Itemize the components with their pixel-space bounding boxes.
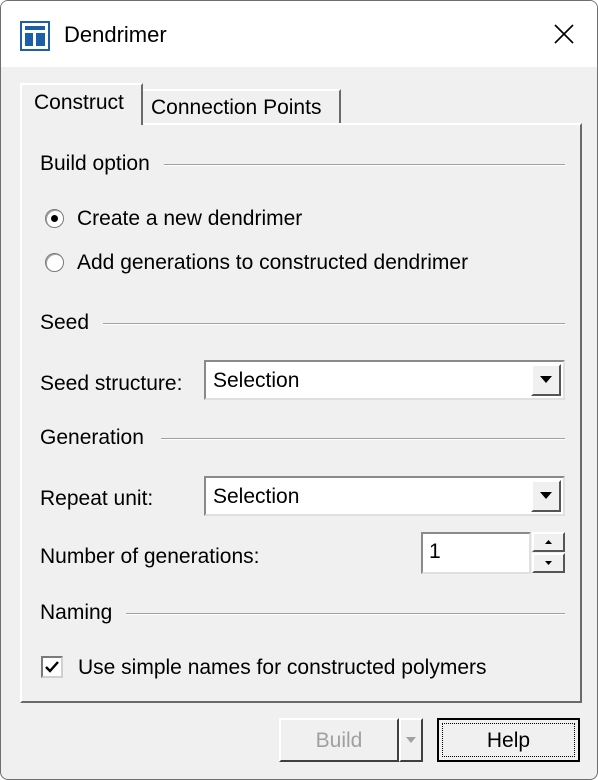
chevron-down-icon (540, 376, 552, 383)
simple-names-label[interactable]: Use simple names for constructed polymer… (78, 656, 487, 680)
tab-construct[interactable]: Construct (20, 83, 143, 125)
checkmark-icon (45, 661, 59, 673)
divider (101, 323, 565, 325)
number-of-generations-label: Number of generations: (40, 545, 260, 568)
chevron-down-icon (540, 492, 552, 499)
window-title: Dendrimer (64, 22, 167, 47)
build-button[interactable]: Build (279, 718, 399, 762)
seed-structure-label: Seed structure: (40, 372, 183, 395)
repeat-unit-dropdown-button[interactable] (531, 480, 561, 512)
seed-structure-dropdown-button[interactable] (531, 364, 561, 396)
dendrimer-dialog: Dendrimer Construct Connection Points Bu… (0, 0, 598, 780)
tab-connection-points[interactable]: Connection Points (142, 89, 341, 125)
divider (151, 164, 565, 166)
section-seed: Seed (40, 311, 104, 335)
simple-names-checkbox[interactable] (41, 656, 63, 678)
radio-create-new[interactable] (45, 209, 64, 228)
repeat-unit-value: Selection (213, 485, 300, 508)
repeat-unit-label: Repeat unit: (40, 487, 154, 510)
radio-add-generations[interactable] (45, 253, 64, 272)
arrow-down-icon (545, 561, 552, 565)
spin-up-button[interactable] (532, 532, 565, 552)
chevron-down-icon (406, 737, 416, 743)
radio-add-generations-label[interactable]: Add generations to constructed dendrimer (77, 251, 468, 275)
repeat-unit-select[interactable]: Selection (204, 476, 565, 516)
section-build-option: Build option (40, 152, 164, 176)
arrow-up-icon (545, 540, 552, 544)
help-button-focus: Help (442, 723, 575, 757)
help-button[interactable]: Help (437, 718, 580, 762)
section-generation: Generation (40, 426, 158, 450)
tab-connection-points-label: Connection Points (151, 96, 322, 119)
close-button[interactable] (537, 9, 591, 59)
build-button-label: Build (315, 729, 363, 752)
help-button-label: Help (486, 729, 531, 752)
title-bar: Dendrimer (1, 1, 597, 67)
divider (161, 438, 565, 440)
seed-structure-select[interactable]: Selection (204, 360, 565, 400)
section-naming: Naming (40, 601, 127, 625)
build-dropdown-button[interactable] (399, 718, 423, 762)
number-of-generations-value: 1 (429, 540, 441, 563)
app-icon (20, 21, 50, 51)
seed-structure-value: Selection (213, 369, 300, 392)
divider (126, 613, 565, 615)
number-of-generations-input[interactable]: 1 (421, 532, 531, 574)
spin-down-button[interactable] (532, 553, 565, 573)
close-icon (554, 24, 574, 44)
radio-create-new-label[interactable]: Create a new dendrimer (77, 207, 302, 231)
tab-construct-label: Construct (34, 91, 124, 114)
